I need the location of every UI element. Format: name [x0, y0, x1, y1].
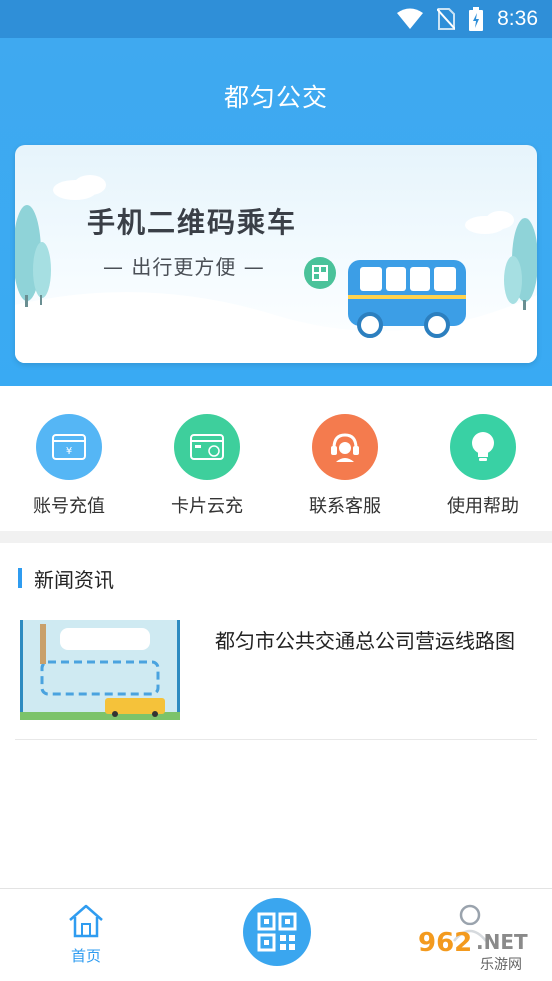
status-bar: 8:36: [0, 0, 552, 38]
header: 都匀公交 手机二维码乘车 — 出行更方便 —: [0, 38, 552, 386]
news-list-item[interactable]: 都匀市公共交通总公司营运线路图: [15, 612, 537, 740]
news-section-title: 新闻资讯: [34, 567, 114, 592]
watermark-logo: 962 .NET 乐游网: [414, 925, 548, 973]
qr-code-icon: [257, 912, 297, 952]
news-section-header: 新闻资讯: [18, 566, 114, 592]
contact-service-button[interactable]: 联系客服: [276, 414, 414, 518]
svg-text:.NET: .NET: [476, 930, 528, 954]
section-accent-bar: [18, 568, 22, 588]
recharge-card-icon: ¥: [36, 414, 102, 480]
svg-text:乐游网: 乐游网: [480, 957, 522, 973]
lightbulb-icon: [450, 414, 516, 480]
account-recharge-button[interactable]: ¥ 账号充值: [0, 414, 138, 518]
banner-subtitle: — 出行更方便 —: [103, 255, 265, 279]
wifi-icon: [397, 8, 424, 29]
quick-action-label: 使用帮助: [447, 496, 519, 517]
qr-scan-button[interactable]: [243, 898, 311, 966]
status-time: 8:36: [497, 7, 538, 30]
nav-home[interactable]: 首页: [56, 903, 116, 966]
svg-text:¥: ¥: [66, 446, 72, 457]
news-thumbnail: [20, 620, 180, 720]
svg-text:962: 962: [418, 928, 472, 958]
no-sim-icon: [437, 8, 456, 30]
home-icon: [69, 904, 103, 938]
card-cloud-recharge-button[interactable]: 卡片云充: [138, 414, 276, 518]
status-icons: 8:36: [397, 0, 538, 38]
page-title: 都匀公交: [223, 83, 328, 112]
section-divider: [0, 531, 552, 543]
quick-action-label: 账号充值: [33, 496, 105, 517]
quick-action-label: 联系客服: [309, 496, 381, 517]
nav-home-label: 首页: [70, 947, 101, 965]
promo-banner[interactable]: 手机二维码乘车 — 出行更方便 —: [15, 145, 537, 363]
usage-help-button[interactable]: 使用帮助: [414, 414, 552, 518]
banner-title: 手机二维码乘车: [87, 206, 298, 239]
customer-service-icon: [312, 414, 378, 480]
banner-illustration: [15, 175, 537, 363]
cloud-card-icon: [174, 414, 240, 480]
battery-charging-icon: [469, 7, 484, 31]
bottom-nav: 首页 962 .NET 乐游网: [0, 888, 552, 981]
quick-actions: ¥ 账号充值 卡片云充 联系客服 使用帮助: [0, 386, 552, 531]
news-item-title: 都匀市公共交通总公司营运线路图: [215, 629, 515, 653]
quick-action-label: 卡片云充: [171, 496, 243, 517]
